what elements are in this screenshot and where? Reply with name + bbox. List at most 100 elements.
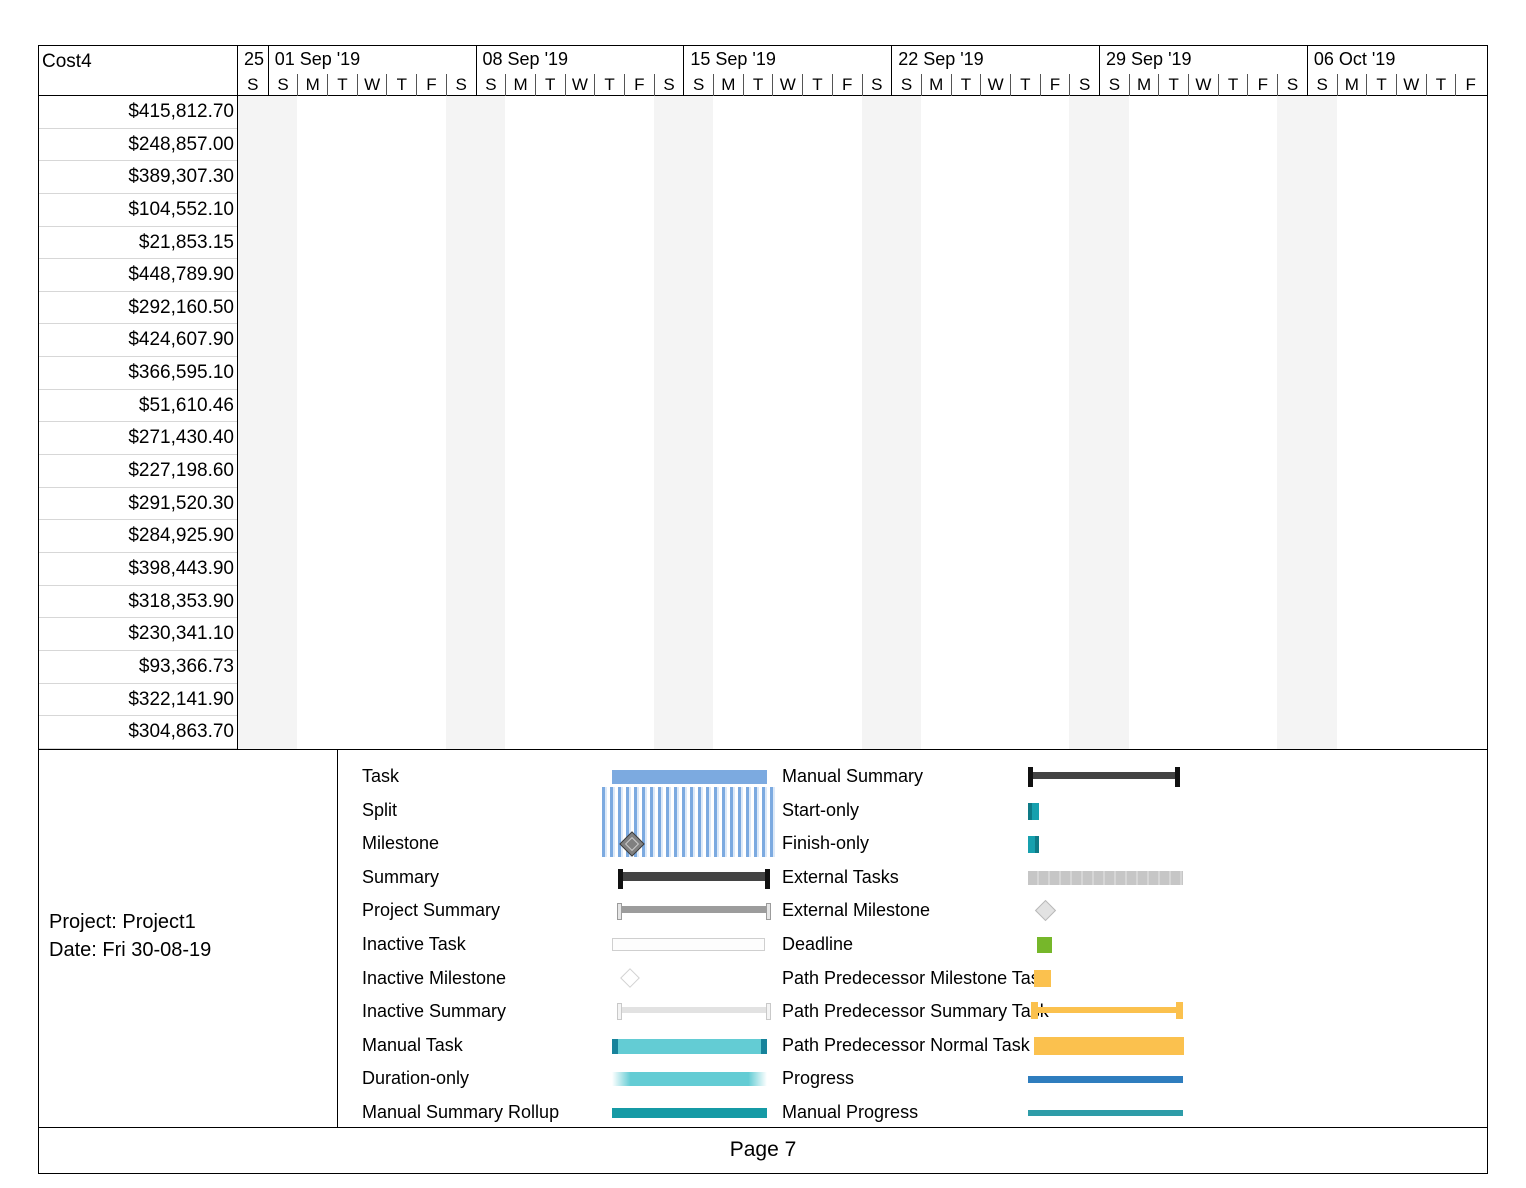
legend-label: Deadline [782, 934, 854, 954]
timescale-week-label: 25 Aug '19 [244, 49, 268, 69]
legend-symbol-inactive-task-bar [612, 928, 767, 962]
legend-symbol-split-bar [602, 786, 777, 857]
timescale-day-label: T [802, 74, 832, 96]
project-info-text: Project: Project1 Date: Fri 30-08-19 [49, 908, 211, 964]
timescale-day-label: T [327, 74, 357, 96]
timescale-day-label: S [1099, 74, 1129, 96]
timescale-day-row: SSMTWTFSSMTWTFSSMTWTFSSMTWTFSSMTWTFSSMTW… [238, 74, 1487, 96]
legend-label: Finish-only [782, 833, 870, 854]
timescale-day-label: T [386, 74, 416, 96]
legend-label: Manual Summary Rollup [362, 1102, 560, 1122]
column-header-cell: Cost4 [39, 46, 238, 95]
legend-row: Path Predecessor Normal Task [782, 1029, 1184, 1063]
timescale-day-label: T [534, 74, 565, 96]
legend-row: Manual Summary [782, 760, 1183, 794]
cost-cell: $322,141.90 [39, 684, 237, 717]
gantt-chart-area [238, 96, 1487, 749]
timescale-day-label: M [297, 74, 327, 96]
weekend-shading [891, 96, 921, 749]
timescale-day-label: T [950, 74, 981, 96]
timescale-day-label: F [416, 74, 446, 96]
cost-cell: $292,160.50 [39, 292, 237, 325]
timescale-day-label: F [1247, 74, 1277, 96]
legend-label: Summary [362, 866, 440, 887]
weekend-shading [1069, 96, 1100, 749]
page-footer: Page 7 [39, 1128, 1487, 1173]
timescale: 25 Aug '1901 Sep '1908 Sep '1915 Sep '19… [238, 46, 1487, 96]
timescale-day-label: S [653, 74, 684, 96]
legend-block: Project: Project1 Date: Fri 30-08-19 Tas… [39, 749, 1487, 1128]
weekend-shading [475, 96, 506, 749]
legend-row: External Tasks [782, 861, 1183, 895]
weekend-shading [861, 96, 892, 749]
legend-symbol-path-predecessor-milestone-marker [1028, 962, 1183, 996]
legend-symbol-manual-summary-rollup-bar [612, 1096, 767, 1130]
timescale-day-label: F [1039, 74, 1070, 96]
timescale-day-label: W [772, 74, 802, 96]
legend-row: Inactive Milestone [362, 962, 767, 996]
legend-row: Path Predecessor Milestone Task [782, 962, 1183, 996]
timescale-week-label: 29 Sep '19 [1099, 46, 1307, 74]
column-header-label: Cost4 [42, 51, 92, 72]
legend-label: Inactive Task [362, 934, 466, 954]
cost-cell: $230,341.10 [39, 618, 237, 651]
timescale-day-label: S [1306, 74, 1337, 96]
weekend-shading [683, 96, 714, 749]
weekend-shading [1277, 96, 1307, 749]
timescale-day-label: T [1217, 74, 1248, 96]
timescale-day-label: S [475, 74, 506, 96]
legend-symbol-external-milestone-diamond [1028, 894, 1183, 928]
legend-label: Path Predecessor Normal Task [782, 1034, 1030, 1055]
legend-label: Manual Task [362, 1034, 463, 1055]
legend-row: Split [362, 786, 777, 857]
legend-label: Inactive Milestone [362, 967, 507, 988]
timescale-header: Cost4 25 Aug '1901 Sep '1908 Sep '1915 S… [39, 46, 1487, 96]
cost-cell: $398,443.90 [39, 553, 237, 586]
timescale-day-label: T [1425, 74, 1456, 96]
timescale-day-label: S [1277, 74, 1307, 96]
legend-symbol-progress-line [1028, 1062, 1183, 1096]
legend-row: Start-only [782, 794, 1183, 828]
legend-row: Manual Task [362, 1029, 767, 1063]
legend-label: Progress [782, 1068, 855, 1089]
legend-label: Start-only [782, 799, 860, 820]
project-info-cell: Project: Project1 Date: Fri 30-08-19 [39, 750, 338, 1127]
legend-items: Task Split Milestone Summary Project Summary… [338, 750, 1487, 1127]
legend-row: Deadline [782, 928, 1183, 962]
legend-row: External Milestone [782, 894, 1183, 928]
weekend-shading [445, 96, 476, 749]
cost-cell: $248,857.00 [39, 129, 237, 162]
weekend-shading [653, 96, 684, 749]
legend-symbol-summary-bracket [612, 861, 770, 895]
legend-row: Duration-only [362, 1062, 767, 1096]
timescale-day-label: T [1158, 74, 1188, 96]
timescale-day-label: W [1395, 74, 1426, 96]
legend-label: Project Summary [362, 900, 501, 921]
weekend-shading [1306, 96, 1337, 749]
timescale-day-label: T [594, 74, 624, 96]
legend-row: Summary [362, 861, 770, 895]
cost-cell: $291,520.30 [39, 488, 237, 521]
timescale-day-label: S [861, 74, 892, 96]
timescale-day-label: M [920, 74, 951, 96]
cost-cell: $104,552.10 [39, 194, 237, 227]
legend-symbol-manual-summary-bracket [1028, 760, 1183, 794]
weekend-shading [238, 96, 268, 749]
legend-label: Task [362, 766, 400, 786]
cost-column: $415,812.70 $248,857.00 $389,307.30 $104,55… [39, 96, 238, 749]
cost-cell: $21,853.15 [39, 227, 237, 260]
cost-cell: $93,366.73 [39, 651, 237, 684]
timescale-day-label: M [713, 74, 743, 96]
project-date: Date: Fri 30-08-19 [49, 939, 212, 961]
page-number-label: Page 7 [729, 1138, 797, 1161]
timescale-day-label: T [1009, 74, 1040, 96]
weekend-shading [1099, 96, 1129, 749]
legend-symbol-project-summary-bracket [612, 894, 771, 928]
gantt-print-page: Cost4 25 Aug '1901 Sep '1908 Sep '1915 S… [0, 0, 1526, 1188]
project-name: Project: Project1 [49, 911, 196, 933]
cost-cell: $318,353.90 [39, 586, 237, 619]
legend-label: Split [362, 799, 398, 820]
legend-symbol-inactive-summary-bracket [612, 995, 771, 1029]
legend-symbol-deadline-marker [1028, 928, 1183, 962]
timescale-week-label: 22 Sep '19 [891, 46, 1099, 74]
